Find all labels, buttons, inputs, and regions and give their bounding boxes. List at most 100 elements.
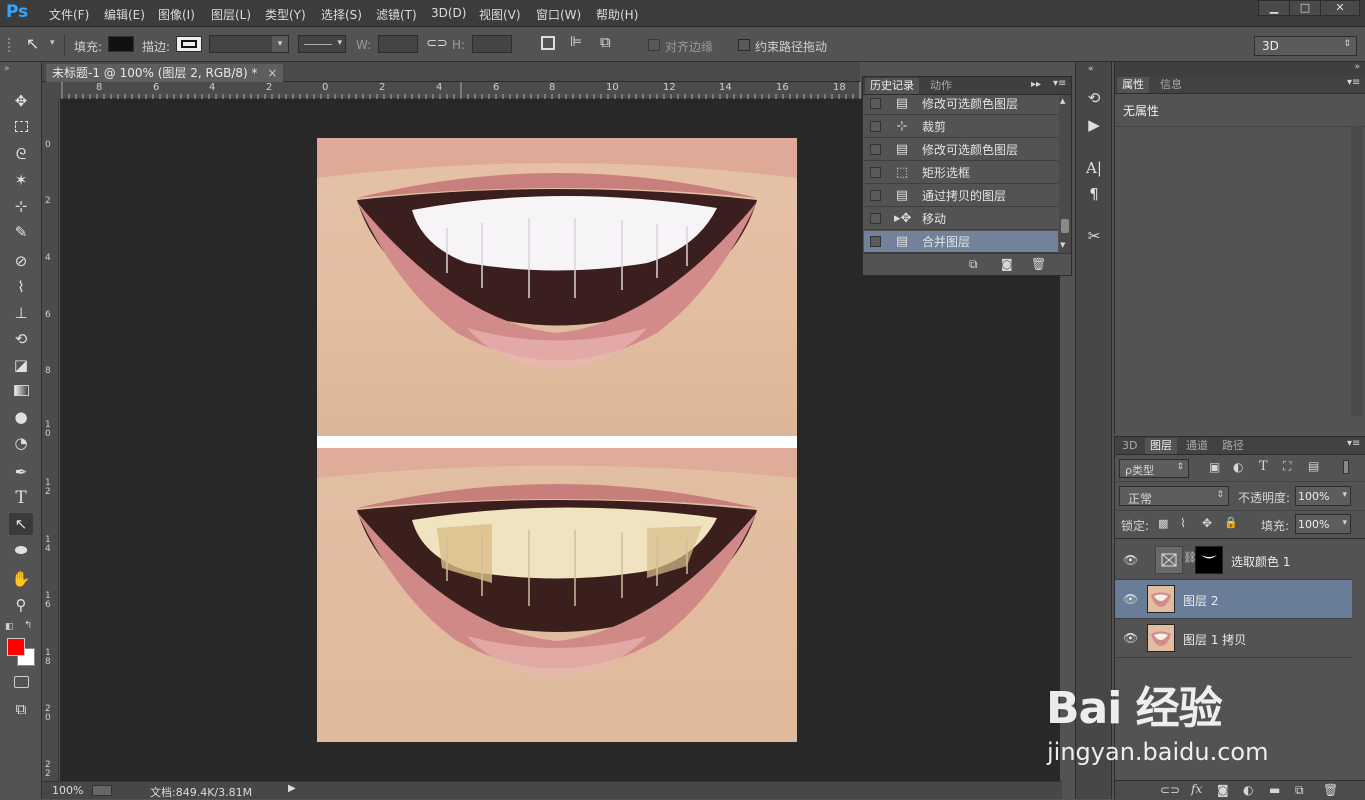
brush-tool-icon[interactable]: ⌇ bbox=[9, 276, 33, 298]
scroll-up-icon[interactable]: ▲ bbox=[1060, 97, 1065, 105]
history-state-checkbox[interactable] bbox=[870, 167, 881, 178]
layer-style-fx-icon[interactable]: fx bbox=[1191, 782, 1202, 796]
panel-menu-icon[interactable]: ▾≡ bbox=[1347, 438, 1360, 449]
menu-item[interactable]: 文件(F) bbox=[49, 6, 89, 23]
crop-tool-icon[interactable]: ⊹ bbox=[9, 195, 33, 217]
history-state-checkbox[interactable] bbox=[870, 144, 881, 155]
maximize-button[interactable]: □ bbox=[1289, 0, 1321, 16]
lasso-tool-icon[interactable]: ᘓ bbox=[9, 143, 33, 165]
default-colors-icon[interactable]: ◧ bbox=[5, 622, 14, 632]
quick-mask-icon[interactable] bbox=[9, 671, 33, 693]
type-tool-icon[interactable]: T bbox=[9, 487, 33, 509]
collapse-icon[interactable]: » bbox=[4, 64, 10, 74]
blur-tool-icon[interactable]: ● bbox=[9, 406, 33, 428]
eraser-tool-icon[interactable]: ◪ bbox=[9, 354, 33, 376]
new-document-from-state-icon[interactable]: ⧉ bbox=[969, 257, 978, 272]
visibility-eye-icon[interactable]: 👁 bbox=[1123, 592, 1138, 606]
expand-icon[interactable]: » bbox=[1354, 62, 1360, 72]
zoom-tool-icon[interactable]: ⚲ bbox=[9, 594, 33, 616]
panel-menu-icon[interactable]: ▾≡ bbox=[1053, 78, 1066, 89]
filter-shape-icon[interactable]: ⛶ bbox=[1283, 459, 1291, 474]
visibility-eye-icon[interactable]: 👁 bbox=[1123, 631, 1138, 645]
history-state-checkbox[interactable] bbox=[870, 190, 881, 201]
stroke-width-field[interactable]: ▾ bbox=[209, 35, 289, 53]
history-panel-icon[interactable]: ⟲ bbox=[1084, 88, 1104, 108]
height-input[interactable] bbox=[472, 35, 512, 53]
menu-item[interactable]: 视图(V) bbox=[479, 6, 521, 23]
layer-filter-dropdown[interactable]: ρ类型 ⇕ bbox=[1119, 459, 1189, 478]
history-state-checkbox[interactable] bbox=[870, 121, 881, 132]
trash-icon[interactable]: 🗑 bbox=[1031, 257, 1046, 271]
ellipse-tool-icon[interactable]: ⬬ bbox=[9, 539, 33, 561]
constrain-path-checkbox[interactable] bbox=[738, 39, 750, 51]
close-window-button[interactable]: ✕ bbox=[1320, 0, 1360, 16]
link-layers-icon[interactable]: ⊂⊃ bbox=[1160, 783, 1180, 797]
filter-smart-object-icon[interactable]: ▤ bbox=[1308, 459, 1319, 473]
status-menu-arrow-icon[interactable]: ▶ bbox=[288, 783, 296, 794]
tab-3d[interactable]: 3D bbox=[1117, 438, 1142, 454]
history-item[interactable]: ▤ 合并图层 bbox=[864, 231, 1058, 253]
path-operations-icon[interactable] bbox=[541, 36, 555, 50]
scroll-down-icon[interactable]: ▼ bbox=[1060, 241, 1065, 249]
menu-item[interactable]: 窗口(W) bbox=[536, 6, 581, 23]
history-state-checkbox[interactable] bbox=[870, 236, 881, 247]
tab-paths[interactable]: 路径 bbox=[1217, 438, 1249, 454]
filter-type-icon[interactable]: T bbox=[1259, 459, 1268, 474]
tab-info[interactable]: 信息 bbox=[1155, 77, 1187, 93]
move-tool-icon[interactable]: ✥ bbox=[9, 90, 33, 112]
filter-pixel-icon[interactable]: ▣ bbox=[1209, 460, 1220, 474]
history-item[interactable]: ▤ 通过拷贝的图层 bbox=[864, 185, 1058, 207]
fill-swatch[interactable] bbox=[108, 36, 134, 52]
stroke-type-dropdown[interactable]: ▾ bbox=[298, 35, 346, 53]
tool-presets-icon[interactable]: ✂ bbox=[1084, 226, 1104, 246]
filter-toggle[interactable] bbox=[1343, 460, 1349, 474]
menu-item[interactable]: 图层(L) bbox=[211, 6, 251, 23]
path-selection-tool-icon[interactable]: ↖ bbox=[9, 513, 33, 535]
menu-item[interactable]: 滤镜(T) bbox=[376, 6, 417, 23]
align-edges-checkbox[interactable] bbox=[648, 39, 660, 51]
healing-brush-tool-icon[interactable]: ⊘ bbox=[9, 250, 33, 272]
workspace-dropdown[interactable]: 3D ⇕ bbox=[1254, 36, 1357, 56]
hand-tool-icon[interactable]: ✋ bbox=[9, 568, 33, 590]
minimize-button[interactable]: ▁ bbox=[1258, 0, 1290, 16]
swap-colors-icon[interactable]: ↰ bbox=[24, 620, 32, 631]
lock-position-icon[interactable]: ✥ bbox=[1202, 516, 1212, 530]
opacity-input[interactable]: 100% ▾ bbox=[1295, 486, 1351, 506]
history-item[interactable]: ⬚ 矩形选框 bbox=[864, 162, 1058, 184]
pen-tool-icon[interactable]: ✒ bbox=[9, 461, 33, 483]
layer-row[interactable]: 👁 ⛓ 选取颜色 1 bbox=[1115, 541, 1352, 580]
lock-all-icon[interactable]: 🔒 bbox=[1224, 516, 1238, 529]
menu-item[interactable]: 图像(I) bbox=[158, 6, 195, 23]
foreground-color-swatch[interactable] bbox=[7, 638, 25, 656]
history-state-checkbox[interactable] bbox=[870, 213, 881, 224]
fill-input[interactable]: 100% ▾ bbox=[1295, 514, 1351, 534]
history-item[interactable]: ▤ 修改可选颜色图层 bbox=[864, 93, 1058, 115]
tab-properties[interactable]: 属性 bbox=[1117, 77, 1149, 93]
path-alignment-icon[interactable]: ⊫ bbox=[570, 34, 582, 50]
add-mask-icon[interactable]: ◙ bbox=[1217, 783, 1229, 797]
tab-channels[interactable]: 通道 bbox=[1181, 438, 1213, 454]
snapshot-camera-icon[interactable]: ◙ bbox=[1001, 257, 1013, 271]
zoom-level[interactable]: 100% bbox=[52, 784, 83, 797]
layer-row[interactable]: 👁 图层 1 拷贝 bbox=[1115, 619, 1352, 658]
history-item[interactable]: ▸✥ 移动 bbox=[864, 208, 1058, 230]
menu-item[interactable]: 3D(D) bbox=[431, 6, 466, 20]
paragraph-panel-icon[interactable]: ¶ bbox=[1084, 184, 1104, 204]
history-brush-tool-icon[interactable]: ⟲ bbox=[9, 328, 33, 350]
gradient-tool-icon[interactable] bbox=[9, 380, 33, 402]
path-selection-tool-icon[interactable]: ↖ bbox=[26, 34, 39, 53]
chevron-down-icon[interactable]: ▾ bbox=[1342, 490, 1347, 500]
tab-history[interactable]: 历史记录 bbox=[865, 78, 919, 94]
magic-wand-tool-icon[interactable]: ✶ bbox=[9, 169, 33, 191]
chevron-down-icon[interactable]: ▾ bbox=[272, 36, 288, 52]
width-input[interactable] bbox=[378, 35, 418, 53]
ruler-origin[interactable] bbox=[42, 82, 60, 99]
layer-row[interactable]: 👁 图层 2 bbox=[1115, 580, 1352, 619]
collapse-icon[interactable]: « bbox=[1088, 64, 1094, 74]
chevron-down-icon[interactable]: ▾ bbox=[1342, 518, 1347, 528]
dodge-tool-icon[interactable]: ◔ bbox=[9, 432, 33, 454]
tab-layers[interactable]: 图层 bbox=[1145, 438, 1177, 454]
history-item[interactable]: ▤ 修改可选颜色图层 bbox=[864, 139, 1058, 161]
expand-icon[interactable]: ▸▸ bbox=[1031, 79, 1041, 90]
tool-preset-dropdown-icon[interactable]: ▾ bbox=[50, 38, 55, 48]
